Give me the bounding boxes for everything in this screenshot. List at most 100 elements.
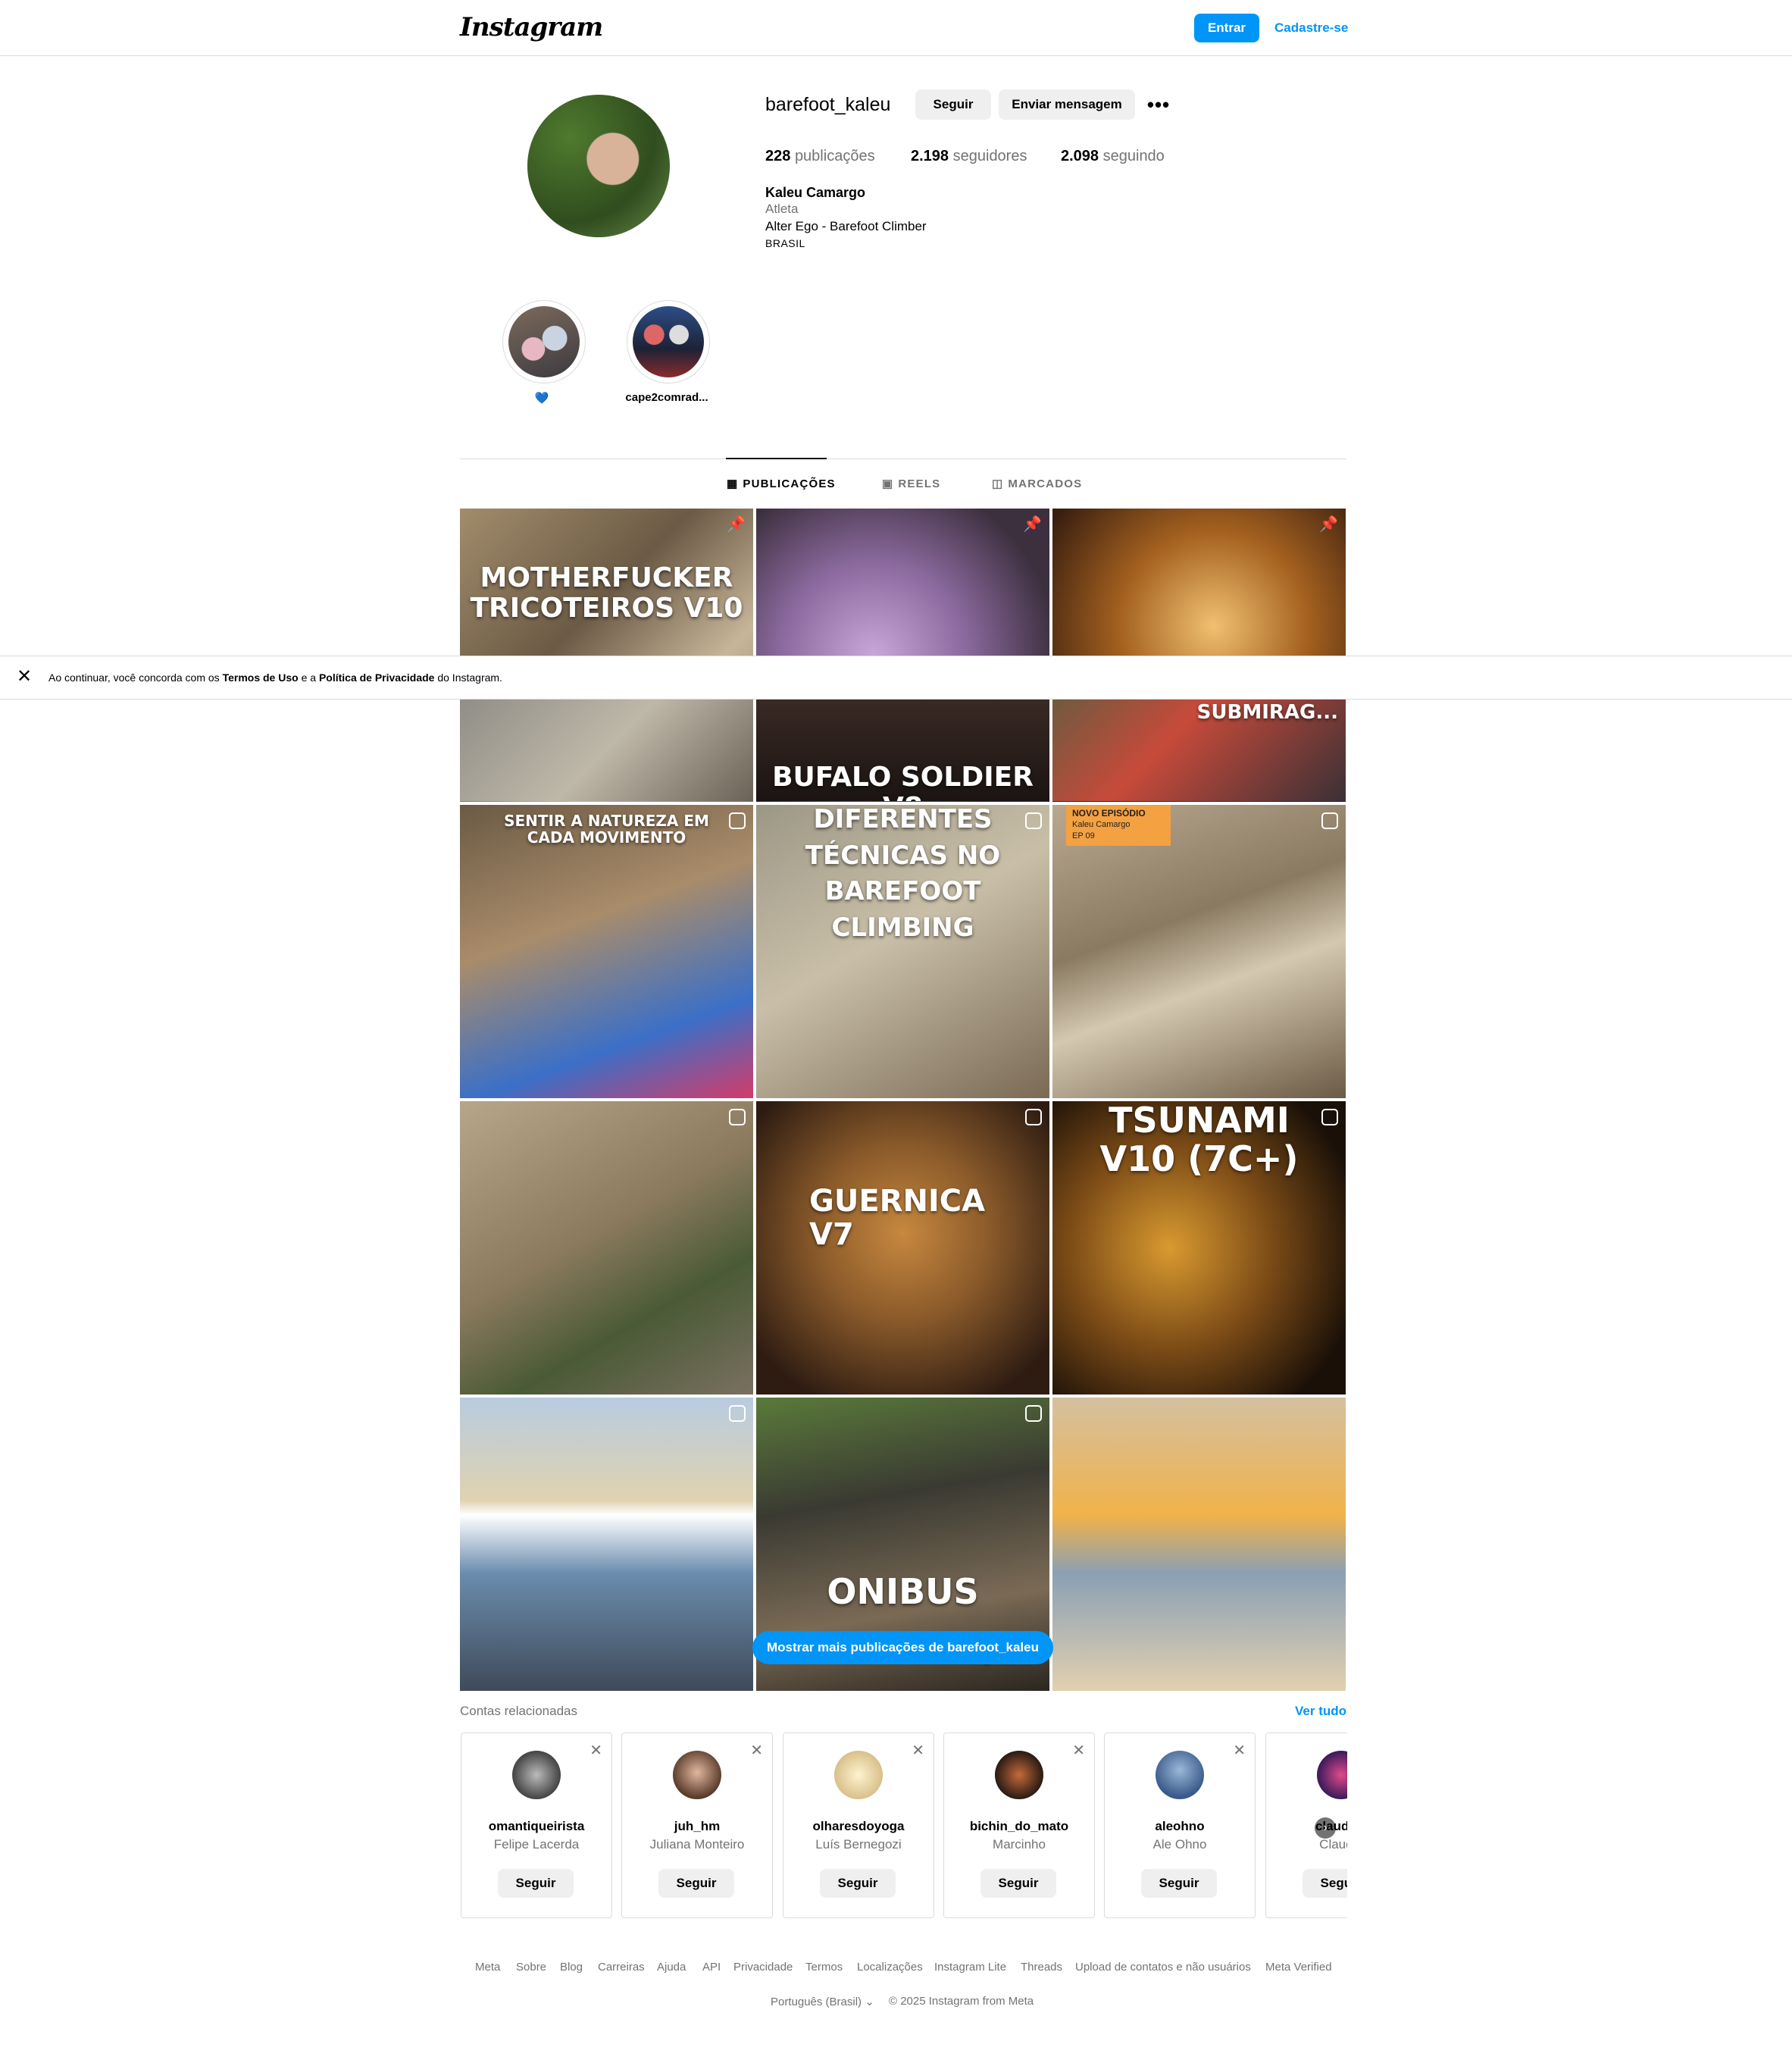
instagram-logo[interactable]: Instagram bbox=[460, 12, 603, 42]
footer-link[interactable]: Sobre bbox=[516, 1961, 546, 1974]
footer-link[interactable]: Privacidade bbox=[733, 1961, 793, 1974]
follow-button[interactable]: Seguir bbox=[980, 1869, 1056, 1898]
footer-link[interactable]: Meta Verified bbox=[1265, 1961, 1332, 1974]
login-button[interactable]: Entrar bbox=[1194, 14, 1259, 42]
footer-link[interactable]: Meta bbox=[475, 1961, 500, 1974]
related-account-card[interactable]: ✕ bichin_do_mato Marcinho Seguir bbox=[943, 1733, 1095, 1918]
profile-avatar[interactable] bbox=[527, 95, 670, 237]
terms-link[interactable]: Termos de Uso bbox=[223, 671, 299, 684]
highlight-2-label: cape2comrad... bbox=[625, 391, 708, 404]
avatar[interactable] bbox=[673, 1751, 721, 1799]
grid-post[interactable]: SUBMIRAG... bbox=[1052, 697, 1346, 801]
grid-post[interactable]: GUERNICA V7 bbox=[756, 1101, 1049, 1395]
close-icon[interactable]: ✕ bbox=[590, 1741, 602, 1760]
footer-link[interactable]: Termos bbox=[805, 1961, 843, 1974]
highlight-2[interactable] bbox=[627, 300, 710, 383]
avatar[interactable] bbox=[834, 1751, 883, 1799]
follow-button[interactable]: Seguir bbox=[915, 89, 991, 120]
privacy-link[interactable]: Política de Privacidade bbox=[319, 671, 435, 684]
related-username[interactable]: aleohno bbox=[1105, 1819, 1255, 1834]
carousel-icon bbox=[1321, 812, 1338, 829]
episode-tag-number: EP 09 bbox=[1072, 831, 1095, 840]
posts-count-label: publicações bbox=[794, 148, 875, 164]
profile-location: BRASIL bbox=[765, 237, 805, 249]
footer-link[interactable]: Ajuda bbox=[657, 1961, 686, 1974]
cookie-suffix: do Instagram. bbox=[437, 671, 502, 684]
grid-post[interactable] bbox=[460, 1101, 753, 1395]
related-account-card[interactable]: ✕ omantiqueirista Felipe Lacerda Seguir bbox=[461, 1733, 612, 1918]
followers-count-label: seguidores bbox=[952, 148, 1027, 164]
send-message-button[interactable]: Enviar mensagem bbox=[999, 89, 1135, 120]
close-icon[interactable]: ✕ bbox=[17, 665, 32, 687]
footer-link[interactable]: Upload de contatos e não usuários bbox=[1075, 1961, 1251, 1974]
follow-button[interactable]: Seguir bbox=[658, 1869, 734, 1898]
language-selector[interactable]: Português (Brasil) ⌄ bbox=[771, 1995, 874, 2008]
related-name: Felipe Lacerda bbox=[493, 1837, 580, 1852]
footer-link[interactable]: Threads bbox=[1021, 1961, 1062, 1974]
grid-post[interactable]: TSUNAMI V10 (7C+) bbox=[1052, 1101, 1346, 1395]
carousel-next-icon[interactable]: › bbox=[1315, 1817, 1336, 1839]
follow-button[interactable]: Seguir bbox=[820, 1869, 896, 1898]
highlight-1-label: 💙 bbox=[534, 392, 549, 405]
related-username[interactable]: olharesdoyoga bbox=[783, 1819, 934, 1834]
related-account-card[interactable]: ✕ aleohno Ale Ohno Seguir bbox=[1104, 1733, 1256, 1918]
related-username[interactable]: juh_hm bbox=[622, 1819, 772, 1834]
tab-reels[interactable]: ▣ REELS bbox=[882, 477, 941, 491]
close-icon[interactable]: ✕ bbox=[1072, 1741, 1085, 1760]
highlight-2-cover bbox=[633, 306, 704, 377]
follow-button[interactable]: Seguir bbox=[1141, 1869, 1217, 1898]
follow-button[interactable]: Seguir bbox=[1303, 1869, 1347, 1898]
cookie-and: e a bbox=[301, 671, 317, 684]
avatar[interactable] bbox=[512, 1751, 561, 1799]
related-username[interactable]: bichin_do_mato bbox=[944, 1819, 1094, 1834]
following-count[interactable]: 2.098 seguindo bbox=[1061, 148, 1165, 165]
show-more-posts-button[interactable]: Mostrar mais publicações de barefoot_kal… bbox=[752, 1631, 1053, 1664]
grid-post[interactable]: BUFALO SOLDIER V8 bbox=[756, 697, 1049, 801]
see-all-link[interactable]: Ver tudo bbox=[1295, 1704, 1346, 1719]
grid-post[interactable] bbox=[460, 1398, 753, 1691]
followers-count[interactable]: 2.198 seguidores bbox=[911, 148, 1027, 165]
close-icon[interactable]: ✕ bbox=[912, 1741, 924, 1760]
cookie-consent-banner: ✕ Ao continuar, você concorda com os Ter… bbox=[0, 656, 1792, 700]
footer-link[interactable]: Instagram Lite bbox=[934, 1961, 1006, 1974]
grid-post[interactable]: DIFERENTES TÉCNICAS NO BAREFOOT CLIMBING bbox=[756, 805, 1049, 1098]
tab-reels-label: REELS bbox=[898, 477, 941, 490]
grid-post[interactable]: NOVO EPISÓDIO Kaleu Camargo EP 09 bbox=[1052, 805, 1346, 1098]
chevron-down-icon: ⌄ bbox=[865, 1996, 874, 2008]
grid-post[interactable] bbox=[1052, 1398, 1346, 1691]
related-name: Marcinho bbox=[993, 1837, 1046, 1852]
grid-post[interactable] bbox=[460, 697, 753, 801]
follow-button[interactable]: Seguir bbox=[498, 1869, 574, 1898]
avatar[interactable] bbox=[1317, 1751, 1347, 1799]
tab-active-indicator bbox=[726, 458, 827, 459]
profile-username: barefoot_kaleu bbox=[765, 94, 891, 115]
cookie-prefix: Ao continuar, você concorda com os bbox=[48, 671, 220, 684]
followers-count-value: 2.198 bbox=[911, 148, 949, 164]
related-account-card[interactable]: ✕ olharesdoyoga Luís Bernegozi Seguir bbox=[783, 1733, 934, 1918]
tab-posts[interactable]: ▦ PUBLICAÇÕES bbox=[727, 477, 836, 491]
avatar[interactable] bbox=[995, 1751, 1043, 1799]
profile-full-name: Kaleu Camargo bbox=[765, 185, 866, 200]
footer-link[interactable]: Localizações bbox=[857, 1961, 923, 1974]
footer-link[interactable]: API bbox=[702, 1961, 721, 1974]
avatar[interactable] bbox=[1156, 1751, 1204, 1799]
highlight-1[interactable] bbox=[502, 300, 586, 383]
posts-count: 228 publicações bbox=[765, 148, 875, 165]
related-account-card[interactable]: ✕ juh_hm Juliana Monteiro Seguir bbox=[621, 1733, 773, 1918]
top-navigation-bar: Instagram Entrar Cadastre-se bbox=[0, 0, 1792, 56]
signup-link[interactable]: Cadastre-se bbox=[1274, 20, 1348, 36]
post-caption: SUBMIRAG... bbox=[1196, 701, 1338, 724]
grid-post[interactable]: SENTIR A NATUREZA EM CADA MOVIMENTO bbox=[460, 805, 753, 1098]
close-icon[interactable]: ✕ bbox=[750, 1741, 763, 1760]
post-caption: MOTHERFUCKER TRICOTEIROS V10 bbox=[470, 562, 743, 624]
close-icon[interactable]: ✕ bbox=[1233, 1741, 1246, 1760]
more-options-icon[interactable]: ••• bbox=[1146, 93, 1171, 116]
footer-link[interactable]: Blog bbox=[560, 1961, 583, 1974]
reel-icon bbox=[1025, 1405, 1042, 1422]
related-accounts-carousel: ✕ omantiqueirista Felipe Lacerda Seguir … bbox=[455, 1728, 1347, 1925]
footer-link[interactable]: Carreiras bbox=[598, 1961, 645, 1974]
pin-icon: 📌 bbox=[1319, 516, 1338, 533]
related-username[interactable]: omantiqueirista bbox=[461, 1819, 611, 1834]
tab-tagged[interactable]: ◫ MARCADOS bbox=[992, 477, 1082, 491]
related-accounts-title: Contas relacionadas bbox=[460, 1704, 577, 1718]
